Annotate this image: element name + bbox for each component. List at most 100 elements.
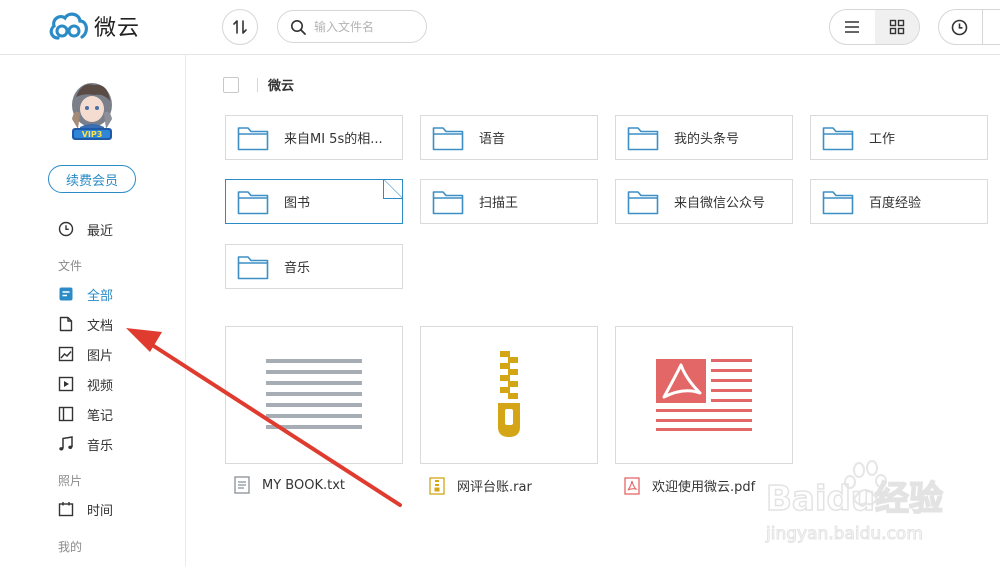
view-toggle <box>829 9 920 45</box>
music-icon <box>58 436 74 452</box>
video-icon <box>58 376 74 392</box>
pdf-document-icon <box>656 359 752 431</box>
folder-item[interactable]: 我的头条号 <box>615 115 793 160</box>
select-checkbox-corner-icon[interactable] <box>383 179 403 199</box>
breadcrumb-divider <box>257 77 258 92</box>
file-name: 欢迎使用微云.pdf <box>652 480 756 495</box>
text-document-icon <box>266 359 362 429</box>
section-label-photos: 照片 <box>58 474 83 488</box>
file-thumbnail[interactable] <box>615 326 793 464</box>
sidebar-item-music[interactable]: 音乐 <box>58 434 113 454</box>
folder-item[interactable]: 音乐 <box>225 244 403 289</box>
file-thumbnail[interactable] <box>420 326 598 464</box>
folder-item[interactable]: 来自微信公众号 <box>615 179 793 224</box>
history-button[interactable] <box>938 9 1000 45</box>
calendar-icon <box>58 501 74 517</box>
clock-icon <box>58 221 74 237</box>
clock-icon <box>951 19 968 35</box>
folder-name: 我的头条号 <box>674 132 740 147</box>
folder-item[interactable]: 图书 <box>225 179 403 224</box>
document-icon <box>58 316 74 332</box>
top-bar: 微云 <box>0 0 1000 55</box>
section-label-mine: 我的 <box>58 540 83 554</box>
folder-item[interactable]: 扫描王 <box>420 179 598 224</box>
folder-item[interactable]: 语音 <box>420 115 598 160</box>
app-name: 微云 <box>94 16 141 41</box>
sidebar-item-timeline[interactable]: 时间 <box>58 499 113 519</box>
sidebar-item-label: 图片 <box>87 348 114 364</box>
sidebar-item-label: 视频 <box>87 378 114 394</box>
sidebar-item-documents[interactable]: 文档 <box>58 314 113 334</box>
file-name: 网评台账.rar <box>457 480 532 495</box>
file-name: MY BOOK.txt <box>262 477 345 493</box>
list-view-icon <box>845 21 860 33</box>
folder-icon <box>237 190 269 214</box>
sidebar-item-label: 时间 <box>87 503 114 519</box>
folder-icon <box>237 255 269 279</box>
sidebar-item-recent[interactable]: 最近 <box>58 219 113 239</box>
app-logo[interactable]: 微云 <box>48 10 140 42</box>
folder-icon <box>822 190 854 214</box>
folder-icon <box>432 190 464 214</box>
notes-icon <box>58 406 74 422</box>
txt-file-icon <box>234 476 250 494</box>
avatar-image-icon: VIP3 <box>72 83 112 140</box>
folder-name: 来自MI 5s的相... <box>284 132 383 147</box>
image-icon <box>58 346 74 362</box>
watermark-url: jingyan.baidu.com <box>765 524 923 544</box>
sort-button[interactable] <box>222 9 258 45</box>
sidebar: VIP3 续费会员 最近 文件 全部 文档 图片 视频 笔记 音乐 照片 时间 … <box>0 55 186 566</box>
sidebar-item-notes[interactable]: 笔记 <box>58 404 113 424</box>
rar-file-icon <box>429 476 445 495</box>
list-view-button[interactable] <box>830 10 875 44</box>
file-info: MY BOOK.txt <box>225 476 403 494</box>
sidebar-item-label: 文档 <box>87 318 114 334</box>
folder-icon <box>237 126 269 150</box>
cloud-logo-icon <box>49 12 88 40</box>
folder-item[interactable]: 工作 <box>810 115 988 160</box>
all-files-icon <box>58 286 74 302</box>
sort-icon <box>233 20 247 34</box>
sidebar-item-all[interactable]: 全部 <box>58 284 113 304</box>
folder-item[interactable]: 来自MI 5s的相... <box>225 115 403 160</box>
sidebar-item-videos[interactable]: 视频 <box>58 374 113 394</box>
search-input[interactable] <box>314 19 414 34</box>
sidebar-item-label: 音乐 <box>87 438 114 454</box>
vip-badge: VIP3 <box>82 130 103 139</box>
pdf-file-icon <box>624 476 640 495</box>
file-item[interactable]: MY BOOK.txt <box>225 326 403 494</box>
sidebar-item-images[interactable]: 图片 <box>58 344 113 364</box>
grid-view-button[interactable] <box>874 10 919 44</box>
file-item[interactable]: 网评台账.rar <box>420 326 598 495</box>
section-label-files: 文件 <box>58 259 83 273</box>
folder-name: 工作 <box>869 132 896 147</box>
folder-icon <box>627 126 659 150</box>
folder-icon <box>432 126 464 150</box>
watermark-brand: Baidu经验 <box>766 479 943 519</box>
breadcrumb-current[interactable]: 微云 <box>268 75 294 94</box>
file-info: 网评台账.rar <box>420 476 598 495</box>
avatar[interactable]: VIP3 <box>64 79 120 141</box>
folder-icon <box>822 126 854 150</box>
folder-name: 来自微信公众号 <box>674 196 766 211</box>
baidu-watermark-logo: Baidu经验 jingyan.baidu.com <box>765 460 944 545</box>
zip-archive-icon <box>498 351 520 437</box>
folder-name: 扫描王 <box>479 196 519 211</box>
folder-name: 音乐 <box>284 261 311 276</box>
renew-membership-button[interactable]: 续费会员 <box>48 165 136 193</box>
breadcrumb: 微云 <box>223 75 294 94</box>
sidebar-item-label: 笔记 <box>87 408 114 424</box>
toolbar-divider <box>982 10 983 44</box>
search-box[interactable] <box>277 10 427 43</box>
sidebar-item-label: 最近 <box>87 223 114 239</box>
select-all-checkbox[interactable] <box>223 76 239 93</box>
file-thumbnail[interactable] <box>225 326 403 464</box>
search-icon <box>291 19 306 35</box>
folder-item[interactable]: 百度经验 <box>810 179 988 224</box>
sidebar-item-label: 全部 <box>87 288 114 304</box>
folder-name: 图书 <box>284 196 311 211</box>
grid-view-icon <box>889 19 904 35</box>
folder-icon <box>627 190 659 214</box>
folder-name: 语音 <box>479 132 506 147</box>
folder-name: 百度经验 <box>869 196 922 211</box>
